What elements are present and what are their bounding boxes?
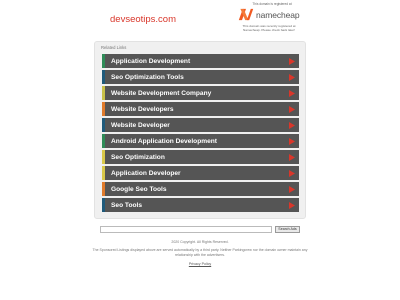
privacy-policy-link[interactable]: Privacy Policy bbox=[180, 262, 220, 266]
related-link-label: Website Developer bbox=[111, 121, 170, 129]
search-bar: Search Ads bbox=[100, 226, 300, 234]
site-title[interactable]: devseotips.com bbox=[110, 14, 176, 25]
arrow-right-icon bbox=[289, 57, 295, 65]
related-link-label: Android Application Development bbox=[111, 137, 217, 145]
related-link-row[interactable]: Application Developer bbox=[102, 166, 299, 180]
related-link-row[interactable]: Application Development bbox=[102, 54, 299, 68]
related-link-row[interactable]: Android Application Development bbox=[102, 134, 299, 148]
related-link-label: Seo Optimization Tools bbox=[111, 73, 184, 81]
arrow-right-icon bbox=[289, 153, 295, 161]
related-link-row[interactable]: Seo Tools bbox=[102, 198, 299, 212]
arrow-right-icon bbox=[289, 137, 295, 145]
search-ads-button[interactable]: Search Ads bbox=[275, 226, 300, 233]
related-link-label: Website Development Company bbox=[111, 89, 212, 97]
arrow-right-icon bbox=[289, 105, 295, 113]
related-link-row[interactable]: Website Developer bbox=[102, 118, 299, 132]
arrow-right-icon bbox=[289, 89, 295, 97]
related-links-heading: Related Links bbox=[101, 45, 127, 50]
related-link-row[interactable]: Website Development Company bbox=[102, 86, 299, 100]
arrow-right-icon bbox=[289, 169, 295, 177]
related-link-label: Seo Tools bbox=[111, 201, 143, 209]
parked-domain-page: devseotips.com This domain is registered… bbox=[0, 0, 400, 300]
related-link-row[interactable]: Seo Optimization Tools bbox=[102, 70, 299, 84]
related-links-panel: Related Links Application Development Se… bbox=[94, 41, 306, 219]
arrow-right-icon bbox=[289, 185, 295, 193]
namecheap-wordmark: namecheap bbox=[256, 9, 300, 20]
arrow-right-icon bbox=[289, 73, 295, 81]
related-link-label: Application Developer bbox=[111, 169, 181, 177]
namecheap-n-icon bbox=[238, 8, 254, 21]
related-link-row[interactable]: Seo Optimization bbox=[102, 150, 299, 164]
arrow-right-icon bbox=[289, 121, 295, 129]
registrar-note: This domain is registered at bbox=[252, 2, 292, 6]
related-link-label: Seo Optimization bbox=[111, 153, 165, 161]
namecheap-logo[interactable]: namecheap bbox=[238, 7, 304, 22]
related-link-label: Website Developers bbox=[111, 105, 174, 113]
related-link-row[interactable]: Google Seo Tools bbox=[102, 182, 299, 196]
disclaimer-text-line-2: relationship with the advertisers. bbox=[175, 252, 225, 257]
arrow-right-icon bbox=[289, 201, 295, 209]
related-link-row[interactable]: Website Developers bbox=[102, 102, 299, 116]
copyright-text: 2020 Copyright. All Rights Reserved. bbox=[171, 240, 229, 244]
related-link-label: Google Seo Tools bbox=[111, 185, 167, 193]
related-link-label: Application Development bbox=[111, 57, 191, 65]
registrar-description: This domain was recently registered at N… bbox=[242, 24, 296, 32]
search-input[interactable] bbox=[100, 226, 272, 233]
